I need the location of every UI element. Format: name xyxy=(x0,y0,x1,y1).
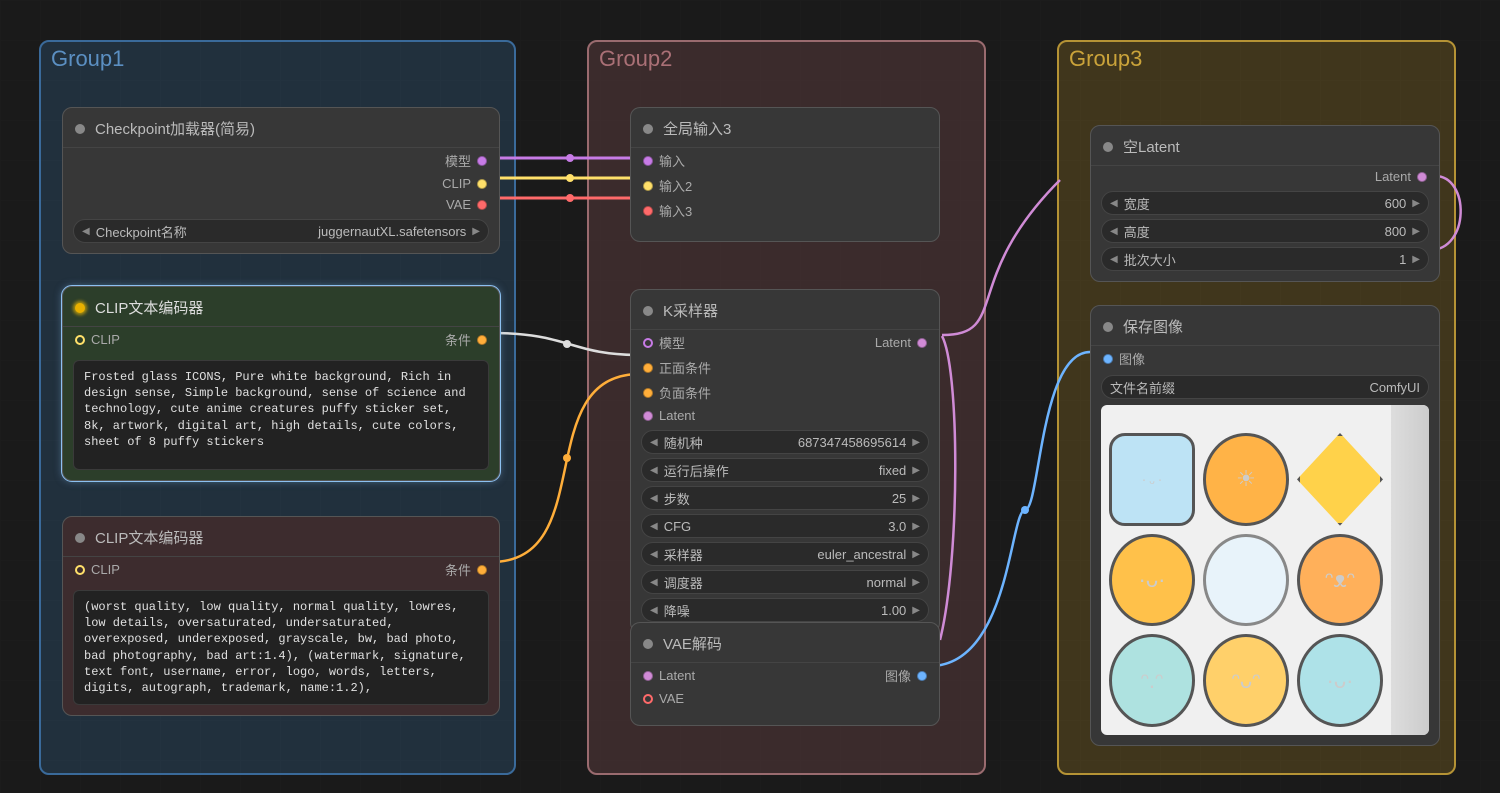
port-latent-out[interactable] xyxy=(917,338,927,348)
port-pos-in[interactable] xyxy=(643,363,653,373)
after-widget[interactable]: ◀运行后操作fixed▶ xyxy=(641,458,929,482)
port-latent-in[interactable] xyxy=(643,411,653,421)
group-title: Group2 xyxy=(599,46,672,72)
height-widget[interactable]: ◀高度800▶ xyxy=(1101,219,1429,243)
seed-widget[interactable]: ◀随机种687347458695614▶ xyxy=(641,430,929,454)
port-model-out[interactable] xyxy=(477,156,487,166)
node-clip-text-encode-positive[interactable]: CLIP文本编码器 CLIP条件 Frosted glass ICONS, Pu… xyxy=(62,286,500,481)
node-ksampler[interactable]: K采样器 模型Latent 正面条件 负面条件 Latent ◀随机种68734… xyxy=(630,289,940,633)
negative-prompt-text[interactable]: (worst quality, low quality, normal qual… xyxy=(73,590,489,705)
port-clip-out[interactable] xyxy=(477,179,487,189)
port-cond-out[interactable] xyxy=(477,335,487,345)
denoise-widget[interactable]: ◀降噪1.00▶ xyxy=(641,598,929,622)
cfg-widget[interactable]: ◀CFG3.0▶ xyxy=(641,514,929,538)
port-neg-in[interactable] xyxy=(643,388,653,398)
node-vae-decode[interactable]: VAE解码 Latent图像 VAE xyxy=(630,622,940,726)
port-vae-in[interactable] xyxy=(643,694,653,704)
collapse-dot[interactable] xyxy=(1103,142,1113,152)
prefix-widget[interactable]: 文件名前缀ComfyUI xyxy=(1101,375,1429,399)
port-in1[interactable] xyxy=(643,156,653,166)
port-cond-out[interactable] xyxy=(477,565,487,575)
group-title: Group3 xyxy=(1069,46,1142,72)
collapse-dot[interactable] xyxy=(75,303,85,313)
collapse-dot[interactable] xyxy=(643,124,653,134)
batch-widget[interactable]: ◀批次大小1▶ xyxy=(1101,247,1429,271)
collapse-dot[interactable] xyxy=(75,124,85,134)
collapse-dot[interactable] xyxy=(75,533,85,543)
port-latent-in[interactable] xyxy=(643,671,653,681)
port-vae-out[interactable] xyxy=(477,200,487,210)
positive-prompt-text[interactable]: Frosted glass ICONS, Pure white backgrou… xyxy=(73,360,489,470)
port-latent-out[interactable] xyxy=(1417,172,1427,182)
sampler-widget[interactable]: ◀采样器euler_ancestral▶ xyxy=(641,542,929,566)
collapse-dot[interactable] xyxy=(643,306,653,316)
node-global-input[interactable]: 全局输入3 输入 输入2 输入3 xyxy=(630,107,940,242)
node-checkpoint-loader[interactable]: Checkpoint加载器(简易) 模型 CLIP VAE ◀Checkpoin… xyxy=(62,107,500,254)
port-in2[interactable] xyxy=(643,181,653,191)
node-clip-text-encode-negative[interactable]: CLIP文本编码器 CLIP条件 (worst quality, low qua… xyxy=(62,516,500,716)
ckpt-name-widget[interactable]: ◀Checkpoint名称juggernautXL.safetensors▶ xyxy=(73,219,489,243)
collapse-dot[interactable] xyxy=(643,639,653,649)
width-widget[interactable]: ◀宽度600▶ xyxy=(1101,191,1429,215)
node-save-image[interactable]: 保存图像 图像 文件名前缀ComfyUI ･ ᴗ ･ ☀ ·ᴗ· ᵔᴥᵔ ᵔ.ᵔ… xyxy=(1090,305,1440,746)
port-clip-in[interactable] xyxy=(75,565,85,575)
node-empty-latent[interactable]: 空Latent Latent ◀宽度600▶ ◀高度800▶ ◀批次大小1▶ xyxy=(1090,125,1440,282)
output-image-preview: ･ ᴗ ･ ☀ ·ᴗ· ᵔᴥᵔ ᵔ.ᵔ ᵔᴗᵔ ·ᴗ· xyxy=(1101,405,1429,735)
port-in3[interactable] xyxy=(643,206,653,216)
port-image-out[interactable] xyxy=(917,671,927,681)
scheduler-widget[interactable]: ◀调度器normal▶ xyxy=(641,570,929,594)
collapse-dot[interactable] xyxy=(1103,322,1113,332)
group-title: Group1 xyxy=(51,46,124,72)
port-image-in[interactable] xyxy=(1103,354,1113,364)
port-model-in[interactable] xyxy=(643,338,653,348)
port-clip-in[interactable] xyxy=(75,335,85,345)
steps-widget[interactable]: ◀步数25▶ xyxy=(641,486,929,510)
